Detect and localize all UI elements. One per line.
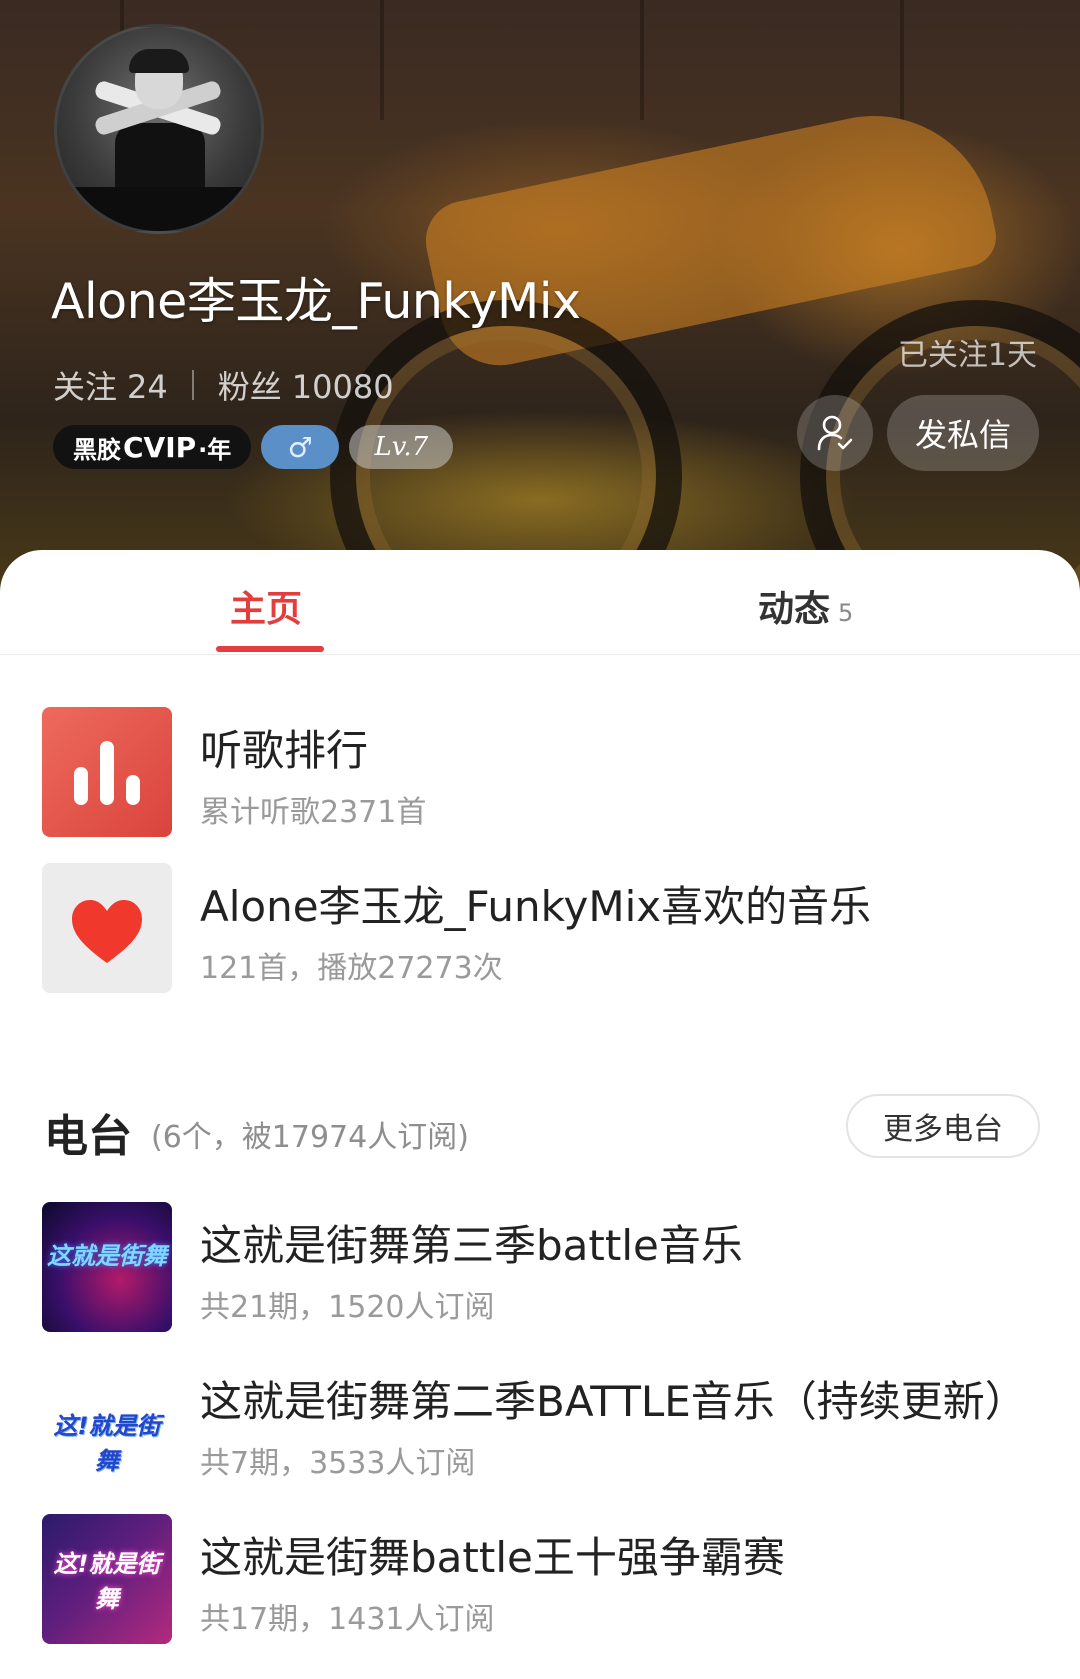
listening-rank-title: 听歌排行 [200, 726, 369, 775]
cover-art-text: 这!就是街舞 [53, 1550, 161, 1613]
level-badge[interactable]: Lv.7 [349, 425, 454, 469]
radio-item-subtitle: 共7期，3533人订阅 [200, 1446, 476, 1481]
followers-label: 粉丝 [217, 368, 282, 406]
chart-bar [74, 767, 88, 805]
radio-item-subtitle: 共17期，1431人订阅 [200, 1602, 495, 1637]
avatar-figure [57, 187, 261, 231]
followers-stat[interactable]: 粉丝 10080 [218, 362, 394, 408]
user-check-icon [817, 415, 853, 451]
radio-section-header: 电台 (6个，被17974人订阅) 更多电台 [44, 1094, 1040, 1170]
following-stat[interactable]: 关注 24 [53, 362, 168, 408]
following-count: 24 [127, 368, 168, 406]
tab-feed-label: 动态 [758, 589, 831, 630]
vip-logo: CVIP [123, 430, 197, 464]
listening-rank-subtitle: 累计听歌2371首 [200, 795, 427, 830]
profile-stats: 关注 24 粉丝 10080 [53, 362, 394, 408]
cover-art-text: 这就是街舞 [47, 1242, 167, 1270]
active-tab-indicator [216, 646, 324, 652]
chart-bar [100, 741, 114, 805]
radio-section-title: 电台 [44, 1111, 132, 1162]
avatar-figure [129, 49, 189, 73]
followers-count: 10080 [291, 368, 394, 406]
more-radio-button[interactable]: 更多电台 [846, 1094, 1040, 1158]
tab-feed-count: 5 [838, 599, 854, 627]
radio-item-title: 这就是街舞battle王十强争霸赛 [200, 1533, 785, 1582]
liked-music-item[interactable]: Alone李玉龙_FunkyMix喜欢的音乐 121首，播放27273次 [42, 863, 1042, 993]
chart-bar [126, 775, 140, 805]
radio-item-subtitle: 共21期，1520人订阅 [200, 1290, 495, 1325]
avatar[interactable] [54, 24, 264, 234]
badge-row: 黑胶 CVIP ·年 ♂ Lv.7 [53, 425, 454, 469]
radio-section-meta: (6个，被17974人订阅) [151, 1120, 469, 1155]
liked-music-subtitle: 121首，播放27273次 [200, 951, 503, 986]
followed-since-text: 已关注1天 [897, 338, 1037, 373]
radio-cover: 这!就是街舞 [42, 1514, 172, 1644]
cover-art-text: 这!就是街舞 [53, 1412, 161, 1475]
listening-rank-item[interactable]: 听歌排行 累计听歌2371首 [42, 707, 1042, 837]
radio-cover: 这!就是街舞 [42, 1358, 172, 1488]
liked-music-title: Alone李玉龙_FunkyMix喜欢的音乐 [200, 882, 872, 931]
send-message-button[interactable]: 发私信 [887, 395, 1039, 471]
radio-item-title: 这就是街舞第三季battle音乐 [200, 1221, 743, 1270]
background-plank [380, 0, 384, 120]
username: Alone李玉龙_FunkyMix [51, 273, 581, 330]
background-plank [900, 0, 904, 120]
profile-tabs: 主页 动态 5 [0, 550, 1080, 655]
radio-item-title: 这就是街舞第二季BATTLE音乐（持续更新） [200, 1377, 1027, 1426]
heart-icon [72, 900, 142, 963]
stats-divider [191, 370, 194, 400]
vip-prefix: 黑胶 [73, 435, 121, 464]
male-gender-icon: ♂ [261, 425, 340, 469]
liked-music-cover [42, 863, 172, 993]
vip-suffix: ·年 [198, 435, 232, 464]
radio-item[interactable]: 这!就是街舞 这就是街舞第二季BATTLE音乐（持续更新） 共7期，3533人订… [42, 1358, 1042, 1488]
tab-home[interactable]: 主页 [230, 580, 302, 632]
following-label: 关注 [53, 368, 118, 406]
tab-feed[interactable]: 动态 5 [758, 580, 853, 632]
gender-symbol: ♂ [287, 430, 313, 464]
radio-cover: 这就是街舞 [42, 1202, 172, 1332]
level-text: Lv.7 [374, 432, 429, 462]
background-plank [640, 0, 644, 120]
bar-chart-icon [42, 707, 172, 837]
radio-item[interactable]: 这就是街舞 这就是街舞第三季battle音乐 共21期，1520人订阅 [42, 1202, 1042, 1332]
followed-user-button[interactable] [797, 395, 873, 471]
radio-item[interactable]: 这!就是街舞 这就是街舞battle王十强争霸赛 共17期，1431人订阅 [42, 1514, 1042, 1644]
vip-badge[interactable]: 黑胶 CVIP ·年 [53, 425, 252, 469]
